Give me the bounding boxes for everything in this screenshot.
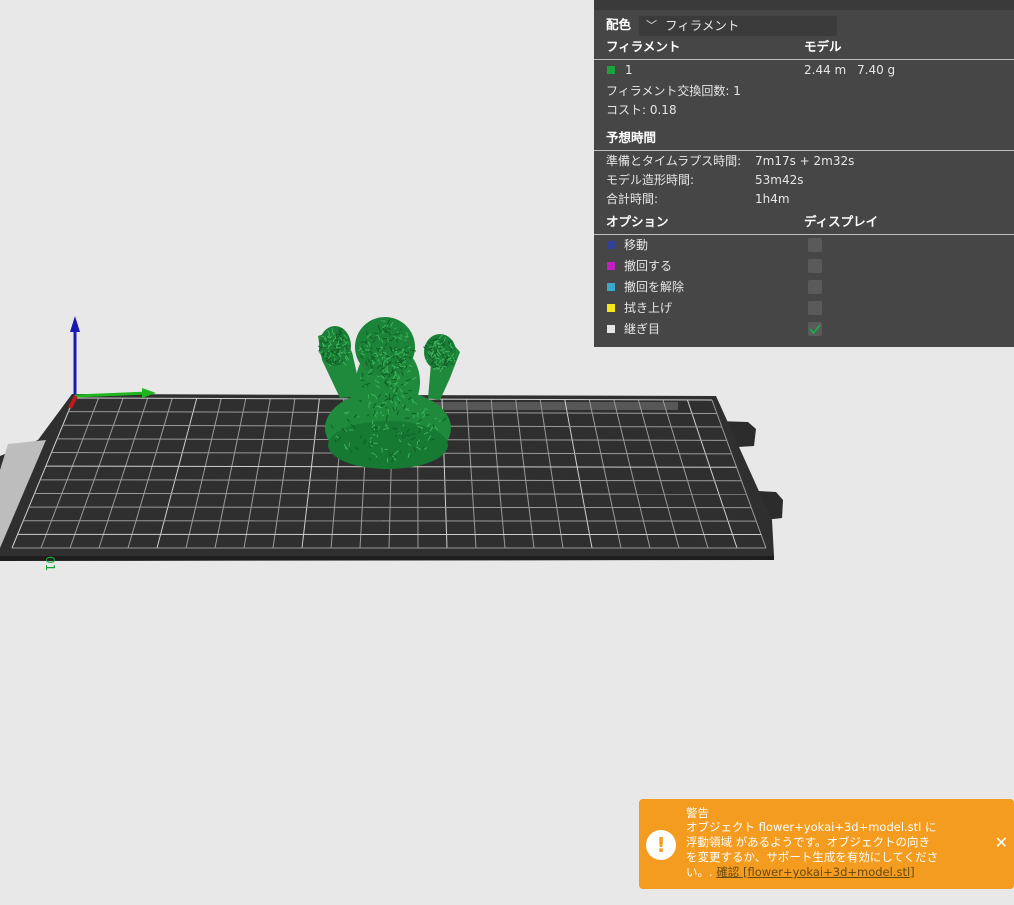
display-checkbox-travel[interactable] — [808, 238, 822, 252]
option-label: 撤回する — [624, 259, 673, 273]
warning-line: オブジェクト flower+yokai+3d+model.stl に — [686, 820, 937, 834]
3d-model[interactable] — [318, 317, 460, 469]
option-label: 継ぎ目 — [624, 322, 661, 336]
option-row-retract: 撤回する — [594, 257, 1014, 275]
jump-to-object-link[interactable]: 確認 [flower+yokai+3d+model.stl] — [716, 865, 914, 879]
seam-color-swatch — [607, 325, 615, 333]
close-icon[interactable]: ✕ — [995, 835, 1008, 851]
option-row-travel: 移動 — [594, 236, 1014, 254]
axis-gizmo — [68, 316, 156, 409]
prep-time-label: 準備とタイムラプス時間: — [606, 154, 742, 168]
filament-length: 2.44 m — [804, 63, 847, 77]
display-header: ディスプレイ — [804, 214, 879, 229]
filament-number: 1 — [625, 63, 633, 77]
options-header: オプション — [606, 214, 669, 229]
model-time-value: 53m42s — [755, 173, 804, 187]
chevron-down-icon: ﹀ — [646, 19, 657, 32]
model-header: モデル — [804, 39, 842, 54]
display-checkbox-retract[interactable] — [808, 259, 822, 273]
warning-title: 警告 — [686, 806, 709, 820]
warning-line: を変更するか、サポート生成を有効にしてくださ — [686, 850, 939, 864]
model-time-label: モデル造形時間: — [606, 173, 695, 187]
option-label: 移動 — [624, 238, 649, 252]
warning-line: 浮動領域 があるようです。オブジェクトの向き — [686, 835, 931, 849]
filament-header: フィラメント — [606, 39, 681, 54]
travel-color-swatch — [607, 241, 615, 249]
color-scheme-dropdown[interactable]: ﹀ フィラメント — [639, 16, 837, 36]
option-row-unretract: 撤回を解除 — [594, 278, 1014, 296]
filament-color-swatch — [607, 66, 615, 74]
warning-notification: ! 警告 オブジェクト flower+yokai+3d+model.stl に … — [639, 799, 1014, 889]
option-label: 拭き上げ — [624, 301, 673, 315]
cost-text: コスト: 0.18 — [606, 103, 677, 117]
total-time-label: 合計時間: — [606, 192, 659, 206]
unretract-color-swatch — [607, 283, 615, 291]
plate-number: 01 — [43, 556, 57, 571]
estimated-time-header: 予想時間 — [606, 130, 657, 145]
prep-time-value: 7m17s + 2m32s — [755, 154, 855, 168]
wipe-color-swatch — [607, 304, 615, 312]
panel-titlebar — [594, 0, 1014, 10]
option-row-wipe: 拭き上げ — [594, 299, 1014, 317]
checkmark-icon — [809, 324, 821, 335]
filament-weight: 7.40 g — [857, 63, 896, 77]
color-scheme-label: 配色 — [606, 17, 632, 32]
exclamation-icon: ! — [646, 830, 676, 860]
filament-row: 1 2.44 m 7.40 g — [594, 61, 1014, 79]
display-checkbox-unretract[interactable] — [808, 280, 822, 294]
total-time-value: 1h4m — [755, 192, 790, 206]
warning-line: い。. — [686, 865, 713, 879]
filament-change-count: フィラメント交換回数: 1 — [606, 84, 741, 98]
option-label: 撤回を解除 — [624, 280, 685, 294]
retract-color-swatch — [607, 262, 615, 270]
display-checkbox-seam[interactable] — [808, 322, 822, 336]
gcode-stats-panel: 配色 ﹀ フィラメント フィラメント モデル 1 2.44 m 7.40 g フ… — [594, 0, 1014, 347]
option-row-seam: 継ぎ目 — [594, 320, 1014, 338]
color-scheme-value: フィラメント — [665, 18, 740, 33]
display-checkbox-wipe[interactable] — [808, 301, 822, 315]
